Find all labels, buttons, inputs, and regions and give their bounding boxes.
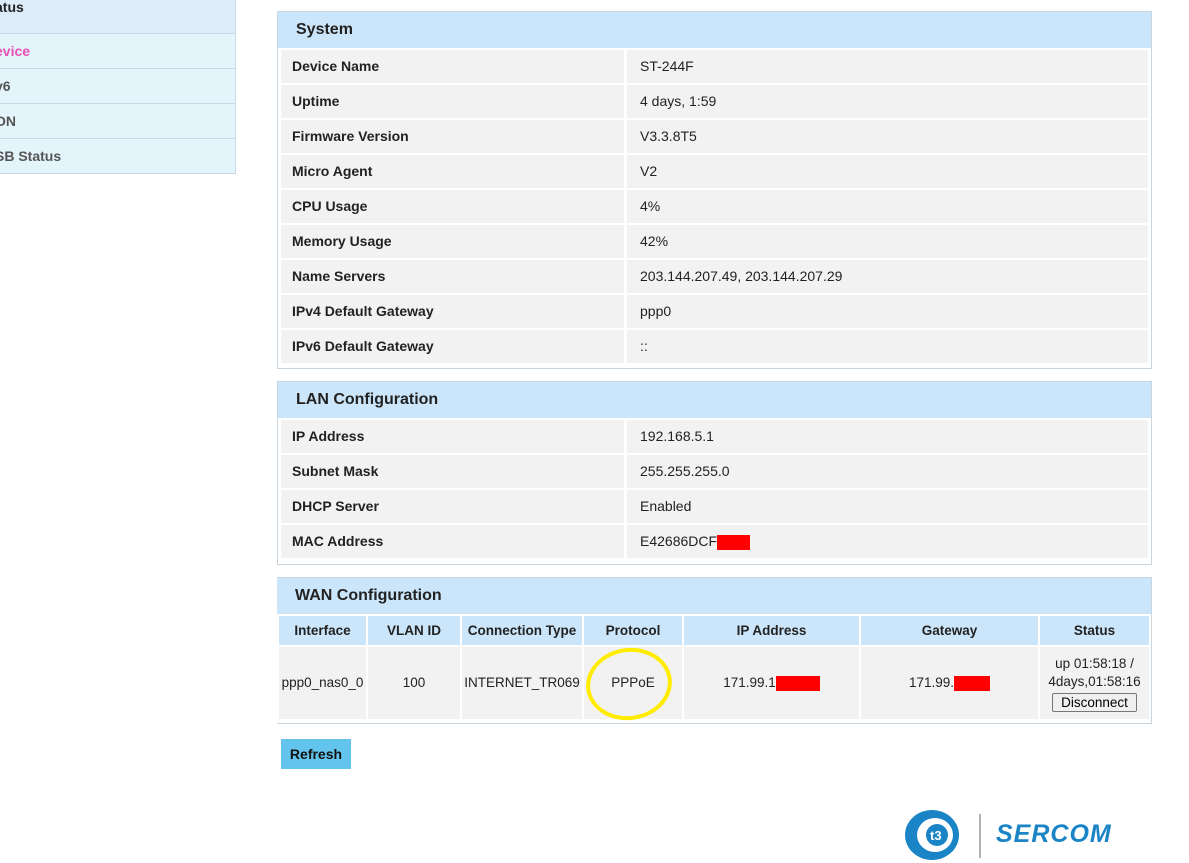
redaction-mark [717, 534, 751, 550]
table-row: MAC Address E42686DCF [278, 524, 1151, 559]
row-key: Name Servers [281, 260, 624, 293]
row-key: Uptime [281, 85, 624, 118]
row-key: DHCP Server [281, 490, 624, 523]
table-row: Firmware Version V3.3.8T5 [278, 119, 1151, 154]
row-key: IPv6 Default Gateway [281, 330, 624, 363]
sidebar-item-device[interactable]: evice [0, 34, 236, 69]
row-value: ST-244F [627, 50, 1148, 83]
table-row: DHCP Server Enabled [278, 489, 1151, 524]
sidebar-header: atus [0, 0, 236, 34]
refresh-button[interactable]: Refresh [281, 739, 351, 769]
row-key: IP Address [281, 420, 624, 453]
row-key: IPv4 Default Gateway [281, 295, 624, 328]
sidebar: atus evice v6 ON SB Status [0, 0, 236, 174]
cell-ip-address: 171.99.1 [684, 647, 859, 719]
table-row: ppp0_nas0_0 100 INTERNET_TR069 PPPoE 171… [279, 642, 1149, 726]
cell-gateway: 171.99. [861, 647, 1038, 719]
svg-text:t3: t3 [930, 828, 942, 843]
col-header: VLAN ID [368, 616, 460, 645]
row-value: 203.144.207.49, 203.144.207.29 [627, 260, 1148, 293]
lan-panel: LAN Configuration IP Address 192.168.5.1 … [277, 381, 1152, 565]
row-value: :: [627, 330, 1148, 363]
cell-status: up 01:58:18 / 4days,01:58:16 Disconnect [1040, 647, 1149, 719]
table-row: IPv4 Default Gateway ppp0 [278, 294, 1151, 329]
table-row: Device Name ST-244F [278, 49, 1151, 84]
sidebar-item-usb-status[interactable]: SB Status [0, 139, 236, 174]
col-header: Interface [279, 616, 366, 645]
sidebar-header-label: atus [0, 0, 24, 15]
col-header: Gateway [861, 616, 1038, 645]
row-value: 255.255.255.0 [627, 455, 1148, 488]
panel-title: WAN Configuration [277, 578, 1151, 614]
gateway-value: 171.99. [908, 675, 955, 690]
table-row: Memory Usage 42% [278, 224, 1151, 259]
panel-title: LAN Configuration [278, 382, 1151, 418]
row-value: E42686DCF [627, 525, 1148, 558]
disconnect-button[interactable]: Disconnect [1052, 692, 1137, 712]
sidebar-item-label: evice [0, 43, 31, 59]
row-value: 4% [627, 190, 1148, 223]
table-row: IPv6 Default Gateway:: [278, 329, 1151, 364]
row-value: ppp0 [627, 295, 1148, 328]
col-header: Status [1040, 616, 1149, 645]
row-key: Subnet Mask [281, 455, 624, 488]
wan-table: Interface VLAN ID Connection Type Protoc… [277, 614, 1151, 726]
col-header: IP Address [684, 616, 859, 645]
table-row: Micro Agent V2 [278, 154, 1151, 189]
row-value: 4 days, 1:59 [627, 85, 1148, 118]
row-key: Firmware Version [281, 120, 624, 153]
redaction-mark [775, 675, 820, 691]
highlight-circle [581, 642, 677, 726]
col-header: Connection Type [462, 616, 582, 645]
table-row: Name Servers 203.144.207.49, 203.144.207.… [278, 259, 1151, 294]
ip-value: 171.99.1 [723, 675, 776, 690]
status-line: 4days,01:58:16 [1048, 673, 1141, 689]
row-value: 192.168.5.1 [627, 420, 1148, 453]
sidebar-item-ipv6[interactable]: v6 [0, 69, 236, 104]
mac-value: E42686DCF [640, 533, 718, 549]
row-key: Device Name [281, 50, 624, 83]
cell-connection-type: INTERNET_TR069 [462, 647, 582, 719]
cell-protocol: PPPoE [581, 642, 682, 726]
system-panel: System Device Name ST-244F Uptime 4 days, … [277, 11, 1152, 369]
row-key: Memory Usage [281, 225, 624, 258]
table-row: Uptime 4 days, 1:59 [278, 84, 1151, 119]
row-value: V2 [627, 155, 1148, 188]
table-row: CPU Usage 4% [278, 189, 1151, 224]
redaction-mark [954, 675, 991, 691]
table-row: Subnet Mask 255.255.255.0 [278, 454, 1151, 489]
row-value: V3.3.8T5 [627, 120, 1148, 153]
cell-interface: ppp0_nas0_0 [279, 647, 366, 719]
cell-vlan-id: 100 [368, 647, 460, 719]
wan-panel: WAN Configuration Interface VLAN ID Conn… [277, 577, 1152, 726]
sidebar-item-pon[interactable]: ON [0, 104, 236, 139]
row-key: Micro Agent [281, 155, 624, 188]
col-header: Protocol [584, 616, 682, 645]
row-key: MAC Address [281, 525, 624, 558]
sidebar-item-label: SB Status [0, 148, 62, 164]
row-value: 42% [627, 225, 1148, 258]
status-line: up 01:58:18 / [1055, 655, 1134, 671]
table-row: IP Address 192.168.5.1 [278, 419, 1151, 454]
row-value: Enabled [627, 490, 1148, 523]
sidebar-item-label: v6 [0, 78, 11, 94]
brand-name: SERCOM [996, 820, 1112, 848]
panel-title: System [278, 12, 1151, 48]
row-key: CPU Usage [281, 190, 624, 223]
sidebar-item-label: ON [0, 113, 16, 129]
